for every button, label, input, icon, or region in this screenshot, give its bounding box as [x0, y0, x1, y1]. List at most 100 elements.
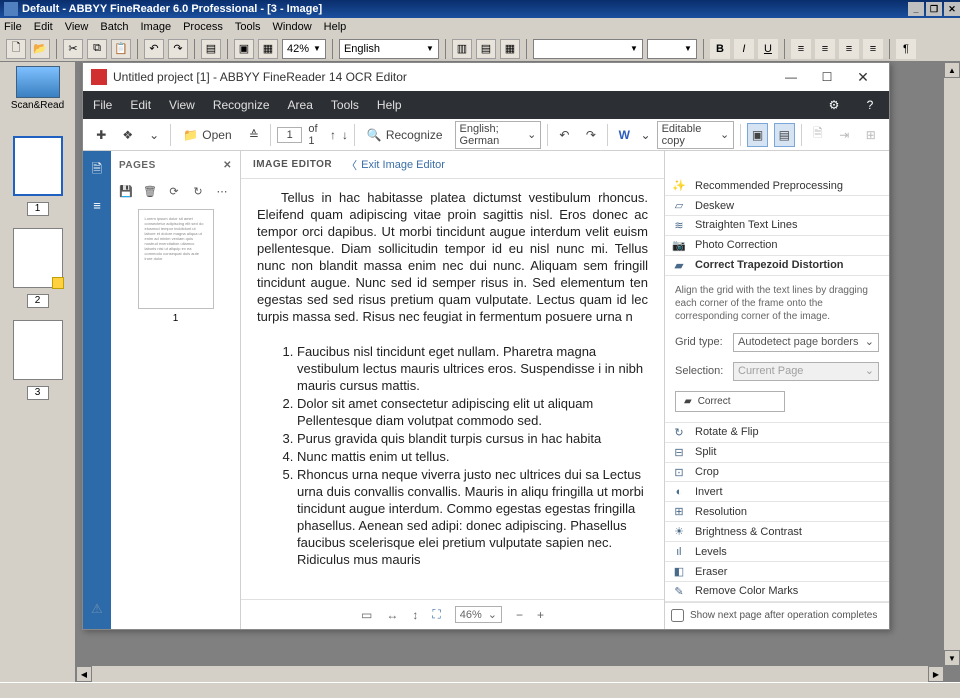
pages-close-icon[interactable]: ✕	[223, 160, 232, 171]
view-image-icon[interactable]: ▣	[747, 123, 768, 147]
menu-window[interactable]: Window	[273, 21, 312, 33]
side-item-rotate[interactable]: ↻Rotate & Flip	[665, 423, 889, 443]
view2-icon[interactable]: ▤	[476, 39, 496, 59]
zoom-combo[interactable]: 42%▼	[282, 39, 326, 59]
rail-list-icon[interactable]: ≡	[87, 195, 107, 215]
side-item-resolution[interactable]: ⊞Resolution	[665, 502, 889, 522]
outer-thumb-3[interactable]	[13, 320, 63, 380]
editor-zoom-select[interactable]: 46%⌄	[455, 606, 502, 623]
bold-icon[interactable]: B	[710, 39, 730, 59]
inner-minimize-button[interactable]: —	[773, 63, 809, 91]
settings-icon[interactable]: ⚙	[825, 96, 843, 114]
inner-menu-recognize[interactable]: Recognize	[213, 98, 270, 112]
side-item-eraser[interactable]: ◧Eraser	[665, 562, 889, 582]
open-icon[interactable]: 📂	[30, 39, 50, 59]
word-icon[interactable]: W	[614, 123, 634, 147]
side-item-crop[interactable]: ⊡Crop	[665, 463, 889, 483]
fit-width-icon[interactable]: ↔	[386, 608, 398, 622]
refresh-icon[interactable]: ⟳	[167, 185, 181, 198]
inner-menu-file[interactable]: File	[93, 98, 112, 112]
cut-icon[interactable]: ✂	[63, 39, 83, 59]
inner-menu-edit[interactable]: Edit	[130, 98, 151, 112]
rail-pages-icon[interactable]: 🗎	[87, 161, 107, 181]
export-chevron-icon[interactable]: ⌄	[641, 128, 651, 142]
inner-menu-area[interactable]: Area	[288, 98, 313, 112]
open-button[interactable]: 📁 Open	[177, 123, 237, 147]
tool3-icon[interactable]: ▦	[258, 39, 278, 59]
view-text-icon[interactable]: ▤	[774, 123, 795, 147]
zoom-out-icon[interactable]: −	[516, 608, 523, 622]
menu-image[interactable]: Image	[141, 21, 172, 33]
inner-menu-view[interactable]: View	[169, 98, 195, 112]
tool-c-icon[interactable]: ⊞	[861, 123, 881, 147]
empty-combo-1[interactable]: ▼	[533, 39, 643, 59]
align-right-icon[interactable]: ≡	[839, 39, 859, 59]
grid-type-select[interactable]: Autodetect page borders⌄	[733, 333, 879, 352]
side-item-colormarks[interactable]: ✎Remove Color Marks	[665, 582, 889, 602]
minimize-button[interactable]: _	[908, 2, 924, 16]
side-item-photo[interactable]: 📷Photo Correction	[665, 236, 889, 256]
menu-batch[interactable]: Batch	[100, 21, 128, 33]
outer-thumb-2[interactable]	[13, 228, 63, 288]
language-combo[interactable]: English▼	[339, 39, 439, 59]
view1-icon[interactable]: ▥	[452, 39, 472, 59]
page-number-input[interactable]: 1	[277, 127, 302, 143]
recognize-button[interactable]: 🔍 Recognize	[361, 123, 449, 147]
scanner-icon[interactable]: ≙	[244, 123, 264, 147]
side-item-split[interactable]: ⊟Split	[665, 443, 889, 463]
new-icon[interactable]: 🗋	[6, 39, 26, 59]
inner-menu-help[interactable]: Help	[377, 98, 402, 112]
menu-file[interactable]: File	[4, 21, 22, 33]
scan-read-button[interactable]: Scan&Read	[7, 66, 69, 116]
inner-undo-icon[interactable]: ↶	[554, 123, 574, 147]
rail-warning-icon[interactable]: ⚠	[87, 599, 107, 619]
tool-b-icon[interactable]: ⇥	[834, 123, 854, 147]
inner-maximize-button[interactable]: ☐	[809, 63, 845, 91]
view3-icon[interactable]: ▦	[500, 39, 520, 59]
outer-h-scrollbar[interactable]: ◀▶	[76, 666, 944, 682]
inner-redo-icon[interactable]: ↷	[581, 123, 601, 147]
delete-icon[interactable]: 🗑	[143, 185, 157, 198]
menu-view[interactable]: View	[65, 21, 89, 33]
document-canvas[interactable]: Tellus in hac habitasse platea dictumst …	[241, 179, 664, 599]
menu-process[interactable]: Process	[183, 21, 223, 33]
inner-menu-tools[interactable]: Tools	[331, 98, 359, 112]
outer-thumb-1[interactable]	[13, 136, 63, 196]
side-item-brightness[interactable]: ☀Brightness & Contrast	[665, 522, 889, 542]
new-project-icon[interactable]: ✚	[91, 123, 111, 147]
rotate-icon[interactable]: ↻	[191, 185, 205, 198]
help-icon[interactable]: ?	[861, 96, 879, 114]
inner-close-button[interactable]: ✕	[845, 63, 881, 91]
fit-height-icon[interactable]: ↕	[412, 608, 418, 622]
close-button[interactable]: ✕	[944, 2, 960, 16]
side-item-levels[interactable]: ιlLevels	[665, 542, 889, 562]
correct-button[interactable]: ▰Correct	[675, 391, 785, 412]
menu-help[interactable]: Help	[324, 21, 347, 33]
italic-icon[interactable]: I	[734, 39, 754, 59]
underline-icon[interactable]: U	[758, 39, 778, 59]
undo-icon[interactable]: ↶	[144, 39, 164, 59]
paste-icon[interactable]: 📋	[111, 39, 131, 59]
side-item-straighten[interactable]: ≋Straighten Text Lines	[665, 216, 889, 236]
more-icon[interactable]: ⋯	[215, 185, 229, 198]
side-item-trapezoid[interactable]: ▰Correct Trapezoid Distortion	[665, 256, 889, 276]
zoom-in-icon[interactable]: +	[537, 608, 544, 622]
empty-combo-2[interactable]: ▼	[647, 39, 697, 59]
side-item-recommended[interactable]: ✨Recommended Preprocessing	[665, 176, 889, 196]
tool-a-icon[interactable]: 🗎	[808, 123, 828, 147]
show-next-checkbox[interactable]	[671, 609, 684, 622]
fit-page-icon[interactable]: ▭	[361, 608, 372, 622]
side-item-deskew[interactable]: ▱Deskew	[665, 196, 889, 216]
menu-edit[interactable]: Edit	[34, 21, 53, 33]
restore-button[interactable]: ❐	[926, 2, 942, 16]
page-up-icon[interactable]: ↑	[330, 128, 336, 142]
tool2-icon[interactable]: ▣	[234, 39, 254, 59]
align-left-icon[interactable]: ≡	[791, 39, 811, 59]
align-center-icon[interactable]: ≡	[815, 39, 835, 59]
layers-icon[interactable]: ❖	[117, 123, 137, 147]
pilcrow-icon[interactable]: ¶	[896, 39, 916, 59]
chevron-down-icon[interactable]: ⌄	[144, 123, 164, 147]
fullscreen-icon[interactable]: ⛶	[432, 607, 440, 622]
save-icon[interactable]: 💾	[119, 185, 133, 198]
redo-icon[interactable]: ↷	[168, 39, 188, 59]
